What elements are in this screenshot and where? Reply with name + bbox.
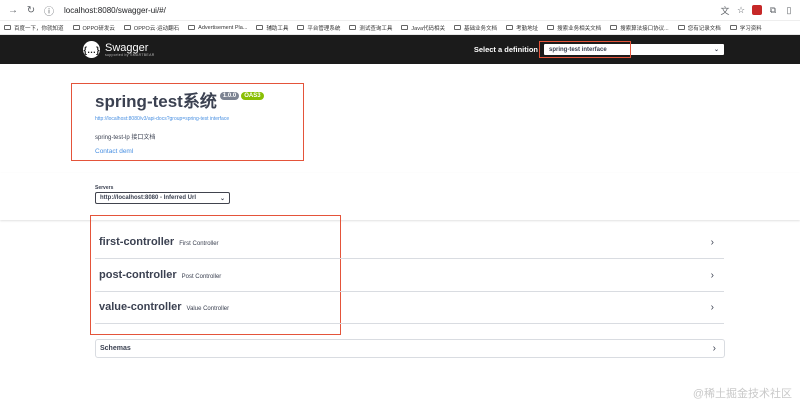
bookmark-item[interactable]: Advertisement Pla... — [188, 25, 247, 31]
folder-icon — [349, 25, 357, 30]
definition-label: Select a definition — [473, 45, 538, 54]
bookmarks-bar: 百度一下，你就知道 OPPO研发云 OPPO云·运动翻石 Advertisement … — [0, 21, 800, 35]
controller-name: post-controller — [99, 269, 177, 281]
folder-icon — [454, 25, 462, 30]
controller-description: Value Controller — [186, 306, 230, 312]
controller-description: Post Controller — [181, 274, 222, 280]
servers-section: Servers http://localhost:8080 - Inferred… — [95, 185, 230, 204]
logo-subtitle: supported by SMARTBEAR — [105, 52, 155, 57]
bookmark-label: 百度一下，你就知道 — [14, 25, 64, 32]
api-title: spring-test系统 — [95, 92, 217, 111]
bookmark-item[interactable]: 测试查询工具 — [349, 24, 392, 32]
bookmark-item[interactable]: OPPO云·运动翻石 — [123, 24, 180, 32]
folder-icon — [677, 25, 685, 30]
folder-icon — [4, 25, 11, 30]
bookmark-item[interactable]: OPPO研发云 — [72, 24, 115, 32]
chevron-right-icon: › — [710, 236, 714, 248]
controller-value-controller[interactable]: value-controller Value Controller › — [95, 291, 724, 324]
bookmark-item[interactable]: 百度一下，你就知道 — [4, 24, 64, 32]
bookmark-label: OPPO研发云 — [82, 25, 115, 32]
bookmark-item[interactable]: Java代码相关 — [401, 24, 445, 32]
folder-icon — [297, 25, 305, 30]
server-value: http://localhost:8080 - Inferred Url — [100, 195, 197, 201]
puzzle-icon[interactable]: ⧉ — [768, 5, 778, 15]
bookmark-item[interactable]: 平台管理系统 — [297, 24, 340, 32]
swagger-logo-icon: {…} — [83, 41, 100, 58]
bookmark-label: 测试查询工具 — [359, 25, 393, 32]
chevron-right-icon: › — [710, 269, 714, 281]
folder-icon — [610, 25, 618, 30]
schemas-section[interactable]: Schemas › — [95, 339, 725, 358]
bookmark-label: Advertisement Pla... — [198, 24, 248, 31]
bookmark-label: 您有记录文档 — [687, 25, 721, 32]
bookmark-label: 搜索业务相关文档 — [557, 25, 602, 32]
folder-icon — [506, 25, 514, 30]
schemas-label: Schemas — [100, 345, 131, 352]
chevron-right-icon: › — [712, 343, 716, 354]
bookmark-item[interactable]: 基础业务文档 — [454, 24, 497, 32]
star-icon[interactable]: ☆ — [736, 5, 746, 15]
bookmark-item[interactable]: 搜索算法接口协议... — [610, 24, 669, 32]
reload-icon[interactable]: ↻ — [24, 3, 38, 17]
bookmark-item[interactable]: 辅助工具 — [256, 24, 288, 32]
definition-highlight-box — [539, 41, 631, 58]
controller-description: First Controller — [179, 241, 219, 247]
site-info-icon[interactable]: ⓘ — [42, 3, 56, 18]
servers-label: Servers — [95, 185, 114, 191]
address-bar[interactable]: localhost:8080/swagger-ui/#/ — [60, 2, 720, 18]
sidebar-icon[interactable]: ▯ — [784, 5, 794, 15]
chevron-down-icon: ⌄ — [219, 195, 225, 202]
extension-icon[interactable] — [752, 5, 762, 15]
swagger-logo[interactable]: {…} Swagger supported by SMARTBEAR — [83, 41, 155, 58]
folder-icon — [123, 25, 131, 30]
bookmark-label: 考勤地址 — [516, 25, 539, 32]
folder-icon — [729, 25, 737, 30]
bookmark-label: 学习资料 — [739, 25, 762, 32]
bookmark-label: 搜索算法接口协议... — [620, 25, 669, 32]
oas-badge: OAS3 — [241, 91, 264, 100]
api-info: spring-test系统 1.0.0 OAS3 http://localhos… — [95, 87, 264, 155]
api-description: spring-test-lp 接口文档 — [95, 135, 156, 141]
bookmark-label: 基础业务文档 — [464, 25, 498, 32]
controller-post-controller[interactable]: post-controller Post Controller › — [95, 259, 724, 292]
translate-icon[interactable]: 文 — [720, 5, 730, 16]
bookmark-label: OPPO云·运动翻石 — [133, 25, 180, 32]
chevron-right-icon: › — [710, 301, 714, 313]
controller-name: first-controller — [99, 236, 175, 248]
version-badge: 1.0.0 — [219, 91, 240, 100]
controller-name: value-controller — [99, 301, 182, 313]
bookmark-item[interactable]: 您有记录文档 — [677, 24, 721, 32]
bookmark-item[interactable]: 搜索业务相关文档 — [547, 24, 601, 32]
browser-toolbar: → ↻ ⓘ localhost:8080/swagger-ui/#/ 文 ☆ ⧉… — [0, 0, 800, 21]
chevron-down-icon: ⌄ — [713, 47, 719, 53]
folder-icon — [401, 25, 409, 30]
bookmark-label: Java代码相关 — [411, 25, 446, 32]
bookmark-item[interactable]: 考勤地址 — [506, 24, 538, 32]
bookmark-label: 辅助工具 — [266, 25, 289, 32]
bookmark-label: 平台管理系统 — [307, 25, 341, 32]
back-icon[interactable]: → — [6, 3, 20, 17]
folder-icon — [72, 25, 80, 30]
watermark: @稀土掘金技术社区 — [692, 388, 792, 400]
contact-link[interactable]: Contact deml — [95, 148, 264, 155]
swagger-topbar: {…} Swagger supported by SMARTBEAR Selec… — [0, 35, 800, 64]
folder-icon — [547, 25, 555, 30]
logo-text: Swagger — [105, 41, 149, 54]
bookmark-item[interactable]: 学习资料 — [729, 24, 762, 32]
server-select[interactable]: http://localhost:8080 - Inferred Url ⌄ — [95, 192, 230, 204]
folder-icon — [188, 25, 196, 30]
api-docs-link[interactable]: http://localhost:8080/v3/api-docs?group=… — [95, 116, 264, 122]
controller-first-controller[interactable]: first-controller First Controller › — [95, 226, 724, 259]
folder-icon — [256, 25, 264, 30]
